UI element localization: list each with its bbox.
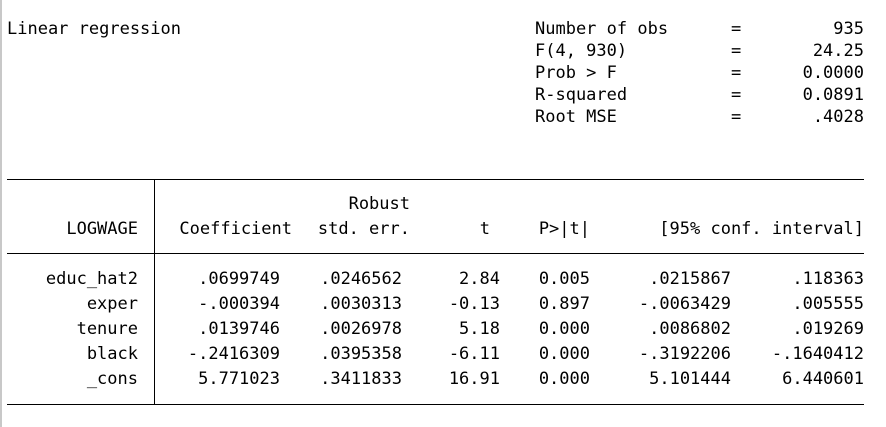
stat-label-rmse: Root MSE — [535, 107, 617, 127]
stat-eq-rmse: = — [731, 107, 742, 127]
row-p: 0.897 — [538, 294, 590, 314]
row-ci-low: -.3192206 — [638, 344, 731, 364]
row-t: 16.91 — [448, 369, 500, 389]
row-variable: tenure — [76, 319, 138, 339]
row-t: -6.11 — [448, 344, 500, 364]
row-ci-high: -.1640412 — [771, 344, 864, 364]
table-bottom-rule — [7, 404, 864, 405]
row-p: 0.000 — [538, 319, 590, 339]
row-ci-high: .005555 — [792, 294, 864, 314]
stat-eq-nobs: = — [731, 19, 742, 39]
stat-value-rmse: .4028 — [812, 107, 864, 127]
row-p: 0.000 — [538, 344, 590, 364]
row-coefficient: -.000394 — [198, 294, 280, 314]
header-std-err: std. err. — [317, 219, 410, 239]
row-std-err: .0030313 — [320, 294, 402, 314]
row-ci-high: .118363 — [792, 269, 864, 289]
row-ci-high: .019269 — [792, 319, 864, 339]
row-ci-low: -.0063429 — [638, 294, 731, 314]
header-p: P>|t| — [538, 219, 590, 239]
row-std-err: .0026978 — [320, 319, 402, 339]
header-robust: Robust — [348, 194, 410, 214]
row-std-err: .0246562 — [320, 269, 402, 289]
stat-value-rsq: 0.0891 — [802, 85, 864, 105]
table-header-rule — [7, 253, 864, 254]
header-t: t — [479, 219, 490, 239]
row-coefficient: .0699749 — [198, 269, 280, 289]
row-t: 2.84 — [459, 269, 500, 289]
row-ci-low: .0215867 — [649, 269, 731, 289]
stat-label-f: F(4, 930) — [535, 41, 628, 61]
row-variable: _cons — [86, 369, 138, 389]
stat-eq-rsq: = — [731, 85, 742, 105]
row-coefficient: 5.771023 — [198, 369, 280, 389]
left-border — [0, 0, 2, 427]
row-coefficient: -.2416309 — [187, 344, 280, 364]
stat-label-nobs: Number of obs — [535, 19, 669, 39]
stat-label-rsq: R-squared — [535, 85, 628, 105]
stat-value-probf: 0.0000 — [802, 63, 864, 83]
row-variable: black — [86, 344, 138, 364]
table-top-rule — [7, 179, 864, 180]
stat-label-probf: Prob > F — [535, 63, 617, 83]
row-std-err: .0395358 — [320, 344, 402, 364]
stat-value-f: 24.25 — [812, 41, 864, 61]
row-variable: educ_hat2 — [45, 269, 138, 289]
stat-value-nobs: 935 — [833, 19, 864, 39]
row-ci-low: 5.101444 — [649, 369, 731, 389]
row-ci-high: 6.440601 — [782, 369, 864, 389]
stat-eq-f: = — [731, 41, 742, 61]
stat-eq-probf: = — [731, 63, 742, 83]
header-coefficient: Coefficient — [179, 219, 292, 239]
row-p: 0.005 — [538, 269, 590, 289]
row-t: 5.18 — [459, 319, 500, 339]
row-ci-low: .0086802 — [649, 319, 731, 339]
header-conf-interval: [95% conf. interval] — [659, 219, 864, 239]
regression-title: Linear regression — [7, 19, 181, 39]
row-coefficient: .0139746 — [198, 319, 280, 339]
row-p: 0.000 — [538, 369, 590, 389]
header-depvar: LOGWAGE — [66, 219, 138, 239]
row-variable: exper — [86, 294, 138, 314]
row-t: -0.13 — [448, 294, 500, 314]
table-column-divider — [154, 179, 155, 405]
row-std-err: .3411833 — [320, 369, 402, 389]
